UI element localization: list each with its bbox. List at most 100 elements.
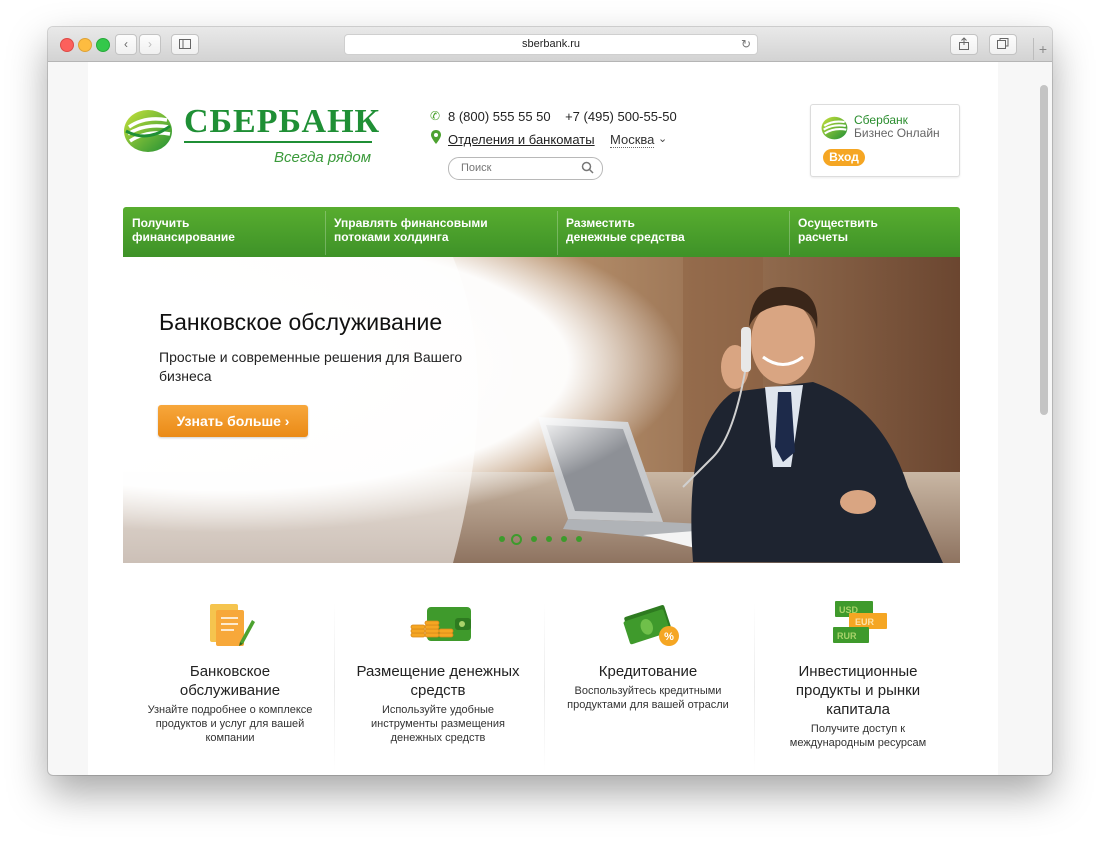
chevron-right-icon: › [148, 37, 152, 51]
feature-title: Размещение денежных средств [338, 662, 538, 700]
feature-title: Банковское обслуживание [130, 662, 330, 700]
feature-title-line: продукты и рынки [795, 682, 921, 699]
browser-window: ‹ › sberbank.ru ↻ + СБЕРБАНК Всегда рядо… [48, 27, 1052, 775]
feature-title: Кредитование [548, 662, 748, 681]
hero-title: Банковское обслуживание [159, 309, 443, 335]
feature-title-line: Размещение денежных [356, 663, 520, 680]
tabs-icon [997, 38, 1009, 49]
nav-item-deposits[interactable]: Разместить денежные средства [566, 216, 685, 244]
nav-item-label-line1: Разместить [566, 216, 635, 230]
web-page: СБЕРБАНК Всегда рядом ✆ 8 (800) 555 55 5… [88, 62, 998, 775]
url-text: sberbank.ru [521, 38, 581, 50]
nav-item-financing[interactable]: Получить финансирование [132, 216, 235, 244]
reload-icon[interactable]: ↻ [741, 35, 751, 54]
feature-desc-line: продуктов и услуг для вашей [155, 718, 305, 730]
feature-desc-line: инструменты размещения [371, 718, 505, 730]
hero-banner: Банковское обслуживание Простые и соврем… [123, 257, 960, 563]
login-button[interactable]: Вход [823, 149, 865, 166]
feature-banking-services[interactable]: Банковское обслуживание Узнайте подробне… [130, 600, 330, 745]
feature-description: Узнайте подробнее о комплексе продуктов … [130, 703, 330, 745]
nav-item-label-line2: финансирование [132, 230, 235, 244]
learn-more-button[interactable]: Узнать больше › [158, 405, 308, 437]
address-bar[interactable]: sberbank.ru ↻ [344, 34, 758, 55]
feature-title-line: Банковское [189, 663, 271, 680]
carousel-dot[interactable] [561, 536, 567, 542]
nav-item-label-line2: денежные средства [566, 230, 685, 244]
close-window-button[interactable] [60, 38, 74, 52]
plus-icon: + [1038, 41, 1048, 57]
nav-divider [789, 211, 790, 255]
nav-item-label-line1: Получить [132, 216, 190, 230]
carousel-dot-active[interactable] [511, 534, 522, 545]
search-box[interactable] [448, 157, 603, 180]
feature-divider [754, 602, 755, 772]
feature-title-line: обслуживание [179, 682, 281, 699]
carousel-dot[interactable] [499, 536, 505, 542]
feature-description: Воспользуйтесь кредитными продуктами для… [548, 684, 748, 712]
sidebar-icon [179, 39, 191, 49]
feature-desc-line: Получите доступ к [810, 723, 906, 735]
sidebar-toggle-button[interactable] [171, 34, 199, 55]
nav-item-label-line1: Управлять финансовыми [334, 216, 488, 230]
feature-desc-line: международным ресурсам [789, 737, 927, 749]
feature-title-line: Кредитование [598, 663, 698, 680]
feature-lending[interactable]: Кредитование Воспользуйтесь кредитными п… [548, 600, 748, 712]
phone-icon: ✆ [430, 109, 441, 123]
feature-desc-line: Используйте удобные [381, 704, 495, 716]
logo-underline [184, 141, 372, 143]
browser-toolbar: ‹ › sberbank.ru ↻ + [48, 27, 1052, 62]
feature-deposits[interactable]: Размещение денежных средств Используйте … [338, 600, 538, 745]
carousel-dot[interactable] [576, 536, 582, 542]
feature-desc-line: Воспользуйтесь кредитными [574, 685, 722, 697]
back-button[interactable]: ‹ [115, 34, 137, 55]
nav-item-label-line2: потоками холдинга [334, 230, 449, 244]
hero-subtitle: Простые и современные решения для Вашего… [159, 349, 463, 384]
location-pin-icon [431, 130, 441, 144]
tabs-overview-button[interactable] [989, 34, 1017, 55]
logo-wordmark[interactable]: СБЕРБАНК [184, 103, 380, 141]
branches-atms-link[interactable]: Отделения и банкоматы [448, 132, 595, 147]
feature-divider [334, 602, 335, 772]
business-online-subtitle: Бизнес Онлайн [854, 126, 940, 140]
feature-title-line: капитала [826, 701, 890, 718]
chevron-down-icon[interactable]: ⌄ [658, 132, 667, 145]
forward-button[interactable]: › [139, 34, 161, 55]
feature-investment[interactable]: Инвестиционные продукты и рынки капитала… [758, 600, 958, 750]
feature-divider [544, 602, 545, 772]
sberbank-mini-logo-icon [821, 116, 848, 140]
search-icon[interactable] [581, 161, 594, 174]
share-icon [959, 37, 969, 50]
zoom-window-button[interactable] [96, 38, 110, 52]
phone-number-moscow[interactable]: +7 (495) 500-55-50 [565, 109, 677, 124]
search-input[interactable] [459, 161, 573, 175]
feature-title-line: средств [410, 682, 466, 699]
business-online-widget[interactable]: Сбербанк Бизнес Онлайн Вход [810, 104, 960, 177]
chevron-left-icon: ‹ [124, 37, 128, 51]
phone-number-free[interactable]: 8 (800) 555 55 50 [448, 109, 551, 124]
carousel-dot[interactable] [531, 536, 537, 542]
minimize-window-button[interactable] [78, 38, 92, 52]
feature-desc-line: компании [205, 732, 255, 744]
nav-divider [557, 211, 558, 255]
share-button[interactable] [950, 34, 978, 55]
feature-desc-line: продуктами для вашей отрасли [567, 699, 729, 711]
feature-desc-line: денежных средств [390, 732, 486, 744]
new-tab-button[interactable]: + [1033, 38, 1052, 60]
main-nav: Получить финансирование Управлять финанс… [123, 207, 960, 257]
nav-item-holding-flows[interactable]: Управлять финансовыми потоками холдинга [334, 216, 488, 244]
feature-desc-line: Узнайте подробнее о комплексе [147, 704, 313, 716]
nav-item-label-line2: расчеты [798, 230, 848, 244]
carousel-dot[interactable] [546, 536, 552, 542]
page-scrollbar[interactable] [1040, 85, 1048, 415]
feature-title: Инвестиционные продукты и рынки капитала [758, 662, 958, 719]
phone-numbers: 8 (800) 555 55 50 +7 (495) 500-55-50 [448, 109, 677, 124]
slogan: Всегда рядом [274, 149, 371, 166]
nav-item-label-line1: Осуществить [798, 216, 878, 230]
sberbank-logo-icon[interactable] [123, 107, 175, 153]
feature-title-line: Инвестиционные [798, 663, 918, 680]
nav-divider [325, 211, 326, 255]
city-selector[interactable]: Москва [610, 132, 655, 148]
nav-item-settlements[interactable]: Осуществить расчеты [798, 216, 878, 244]
feature-description: Получите доступ к международным ресурсам [758, 722, 958, 750]
feature-description: Используйте удобные инструменты размещен… [338, 703, 538, 745]
